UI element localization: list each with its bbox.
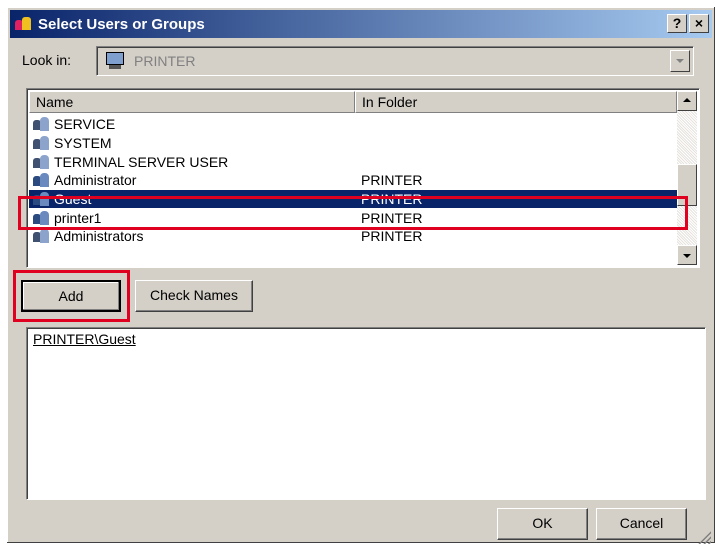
list-item[interactable]: SERVICE (29, 115, 677, 134)
list-item[interactable]: SYSTEM (29, 134, 677, 153)
item-name: SYSTEM (54, 135, 112, 152)
cancel-button[interactable]: Cancel (596, 508, 687, 540)
user-icon (33, 172, 51, 188)
group-icon (33, 116, 51, 132)
item-name: Administrators (54, 228, 144, 245)
help-button[interactable]: ? (667, 14, 687, 33)
list-item[interactable]: TERMINAL SERVER USER (29, 152, 677, 171)
item-name: SERVICE (54, 116, 116, 133)
scrollbar-thumb[interactable] (677, 164, 697, 206)
look-in-label: Look in: (22, 52, 72, 68)
list-item[interactable]: Administrator PRINTER (29, 171, 677, 190)
item-folder: PRINTER (361, 228, 423, 245)
scroll-down-button[interactable] (677, 245, 697, 265)
item-name: Administrator (54, 172, 137, 189)
item-folder: PRINTER (361, 191, 423, 208)
look-in-value: PRINTER (134, 53, 196, 69)
title-bar[interactable]: Select Users or Groups ? × (10, 10, 712, 38)
item-name: Guest (54, 191, 92, 208)
group-icon (33, 135, 51, 151)
group-icon (33, 154, 51, 170)
arrow-up-icon (683, 98, 691, 102)
list-rows: SERVICE SYSTEM TERMINAL SERVER USER Admi… (29, 115, 677, 246)
item-name: printer1 (54, 209, 102, 226)
list-item[interactable]: Administrators PRINTER (29, 227, 677, 246)
ok-button[interactable]: OK (497, 508, 588, 540)
selected-entry[interactable]: PRINTER\Guest (33, 331, 136, 347)
item-folder: PRINTER (361, 172, 423, 189)
chevron-down-icon (676, 59, 684, 63)
add-button[interactable]: Add (21, 280, 121, 312)
users-icon (14, 14, 36, 34)
group-icon (33, 228, 51, 244)
users-list[interactable]: Name In Folder SERVICE SYSTEM TERMINAL S… (26, 88, 700, 268)
list-item-selected[interactable]: Guest PRINTER (29, 189, 677, 209)
item-folder: PRINTER (361, 209, 423, 226)
computer-icon (105, 52, 127, 70)
user-icon (33, 210, 51, 226)
window-title: Select Users or Groups (38, 15, 205, 33)
list-item[interactable]: printer1 PRINTER (29, 208, 677, 227)
item-name: TERMINAL SERVER USER (54, 153, 229, 170)
arrow-down-icon (683, 254, 691, 258)
look-in-dropdown[interactable]: PRINTER (96, 46, 694, 76)
check-names-button[interactable]: Check Names (135, 280, 253, 312)
vertical-scrollbar[interactable] (677, 91, 697, 265)
selected-objects-box[interactable]: PRINTER\Guest (26, 327, 706, 500)
resize-grip[interactable] (697, 530, 711, 544)
user-icon (33, 191, 51, 207)
scroll-up-button[interactable] (677, 91, 697, 111)
column-header-in-folder[interactable]: In Folder (355, 91, 677, 113)
dropdown-arrow-button[interactable] (670, 50, 690, 72)
column-header-name[interactable]: Name (29, 91, 355, 113)
list-header: Name In Folder (29, 91, 677, 113)
close-button[interactable]: × (689, 14, 709, 33)
